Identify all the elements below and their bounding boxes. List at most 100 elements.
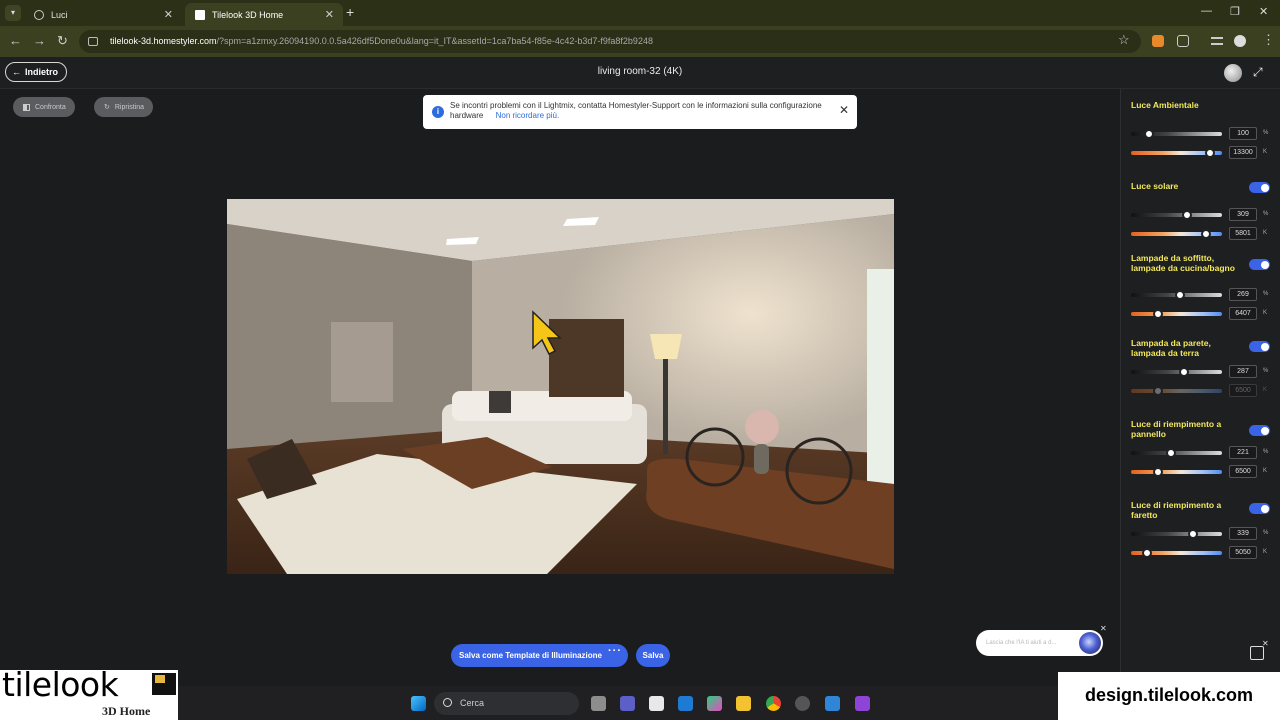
temperature-value-input[interactable]: 6500 — [1229, 384, 1257, 397]
more-options-icon[interactable]: ··· — [608, 645, 622, 657]
address-bar[interactable]: tilelook-3d.homestyler.com/?spm=a1zmxy.2… — [79, 30, 1141, 53]
intensity-slider[interactable] — [1131, 448, 1222, 458]
photos-icon[interactable] — [825, 696, 840, 711]
light-toggle[interactable] — [1249, 425, 1270, 436]
back-arrow-icon[interactable]: ← — [9, 33, 22, 48]
tab-title: Luci — [51, 9, 68, 20]
tab-close-icon[interactable]: ✕ — [325, 8, 334, 21]
windows-taskbar — [178, 686, 1058, 720]
browser-tab-strip: ▾ Luci ✕ Tilelook 3D Home ✕ + — ❐ ✕ — [0, 0, 1280, 26]
teams-icon[interactable] — [620, 696, 635, 711]
close-window-icon[interactable]: ✕ — [1259, 5, 1268, 18]
browser-tab-luci[interactable]: Luci ✕ — [24, 3, 182, 26]
media-control-icon[interactable] — [1211, 37, 1223, 45]
intensity-slider-handle[interactable] — [1166, 448, 1177, 458]
temperature-unit: K — [1263, 549, 1268, 555]
profile-avatar-icon[interactable] — [1234, 35, 1246, 47]
browser-tab-tilelook[interactable]: Tilelook 3D Home ✕ — [185, 3, 343, 26]
render-viewport: Confronta ↻ Ripristina i Se incontri pro… — [0, 89, 1120, 686]
restore-window-icon[interactable]: ❐ — [1230, 5, 1240, 18]
site-info-icon[interactable] — [88, 37, 98, 46]
intensity-value-input[interactable]: 269 — [1229, 288, 1257, 301]
temperature-value-input[interactable]: 6500 — [1229, 465, 1257, 478]
taskbar-search[interactable]: Cerca — [434, 692, 579, 715]
light-section-title: Luce di riempimento a faretto — [1131, 500, 1222, 520]
temperature-value-input[interactable]: 13300 — [1229, 146, 1257, 159]
intensity-value-input[interactable]: 339 — [1229, 527, 1257, 540]
ai-assistant-input[interactable]: Lascia che l'IA ti aiuti a d... — [976, 630, 1103, 656]
light-toggle[interactable] — [1249, 503, 1270, 514]
minimize-icon[interactable]: — — [1201, 5, 1212, 17]
feedback-note-icon[interactable] — [1250, 646, 1264, 660]
user-avatar[interactable] — [1224, 64, 1242, 82]
save-lighting-template-button[interactable]: Salva come Template di Illuminazione ··· — [451, 644, 628, 667]
ai-close-icon[interactable]: ✕ — [1100, 624, 1107, 633]
intensity-value-input[interactable]: 309 — [1229, 208, 1257, 221]
restore-label: Ripristina — [114, 103, 145, 111]
site-watermark: design.tilelook.com — [1058, 672, 1280, 720]
copilot-icon[interactable] — [707, 696, 722, 711]
intensity-slider-handle[interactable] — [1187, 529, 1198, 539]
tab-close-icon[interactable]: ✕ — [164, 8, 173, 21]
file-explorer-icon[interactable] — [736, 696, 751, 711]
temperature-slider[interactable] — [1131, 229, 1222, 239]
fullscreen-expand-icon[interactable]: ⤢ — [1253, 65, 1263, 80]
intensity-slider[interactable] — [1131, 529, 1222, 539]
lightmix-notification: i Se incontri problemi con il Lightmix, … — [423, 95, 857, 129]
close-icon[interactable]: ✕ — [839, 104, 849, 116]
compare-icon — [23, 103, 30, 111]
temperature-slider[interactable] — [1131, 548, 1222, 558]
app-icon[interactable] — [795, 696, 810, 711]
intensity-slider-handle[interactable] — [1178, 367, 1189, 377]
intensity-value-input[interactable]: 287 — [1229, 365, 1257, 378]
living-room-illustration — [227, 199, 894, 574]
task-view-icon[interactable] — [591, 696, 606, 711]
light-section-title: Luce solare — [1131, 181, 1179, 191]
forward-arrow-icon[interactable]: → — [33, 33, 46, 48]
logo-mark-icon — [152, 673, 176, 695]
intensity-slider[interactable] — [1131, 290, 1222, 300]
extension-icon[interactable] — [1152, 35, 1164, 47]
tab-search-button[interactable]: ▾ — [5, 5, 21, 21]
temperature-slider[interactable] — [1131, 309, 1222, 319]
save-button[interactable]: Salva — [636, 644, 670, 667]
scene-title: living room-32 (4K) — [597, 66, 683, 77]
intensity-slider[interactable] — [1131, 210, 1222, 220]
temperature-unit: K — [1263, 230, 1268, 236]
temperature-slider-handle[interactable] — [1200, 229, 1211, 239]
light-toggle[interactable] — [1249, 259, 1270, 270]
windows-start-icon[interactable] — [411, 696, 426, 711]
temperature-slider[interactable] — [1131, 148, 1222, 158]
intensity-slider[interactable] — [1131, 367, 1222, 377]
temperature-slider[interactable] — [1131, 386, 1222, 396]
ai-assistant-orb-icon[interactable] — [1079, 632, 1101, 654]
chrome-icon[interactable] — [766, 696, 781, 711]
intensity-value-input[interactable]: 221 — [1229, 446, 1257, 459]
reload-icon[interactable]: ↻ — [57, 33, 68, 49]
globe-icon — [34, 9, 44, 20]
outlook-icon[interactable] — [678, 696, 693, 711]
intensity-value-input[interactable]: 100 — [1229, 127, 1257, 140]
temperature-value-input[interactable]: 5801 — [1229, 227, 1257, 240]
bookmark-star-icon[interactable]: ☆ — [1118, 32, 1130, 48]
compare-button[interactable]: Confronta — [13, 97, 75, 117]
restore-button[interactable]: ↻ Ripristina — [94, 97, 154, 117]
dont-remind-link[interactable]: Non ricordare più. — [496, 111, 560, 120]
temperature-value-input[interactable]: 6407 — [1229, 307, 1257, 320]
temperature-value-input[interactable]: 5050 — [1229, 546, 1257, 559]
temperature-unit: K — [1263, 468, 1268, 474]
store-icon[interactable] — [649, 696, 664, 711]
room-render-image[interactable] — [227, 199, 894, 574]
app-header: ← Indietro living room-32 (4K) ⤢ — [0, 57, 1280, 89]
intensity-unit: % — [1263, 449, 1269, 455]
extensions-puzzle-icon[interactable] — [1177, 35, 1189, 47]
new-tab-button[interactable]: + — [346, 4, 354, 20]
temperature-slider[interactable] — [1131, 467, 1222, 477]
light-toggle[interactable] — [1249, 182, 1270, 193]
url-path: /?spm=a1zmxy.26094190.0.0.5a426df5Done0u… — [216, 36, 653, 46]
clipchamp-icon[interactable] — [855, 696, 870, 711]
intensity-slider[interactable] — [1131, 129, 1222, 139]
kebab-menu-icon[interactable]: ⋮ — [1262, 32, 1275, 48]
light-toggle[interactable] — [1249, 341, 1270, 352]
search-icon — [443, 698, 452, 707]
